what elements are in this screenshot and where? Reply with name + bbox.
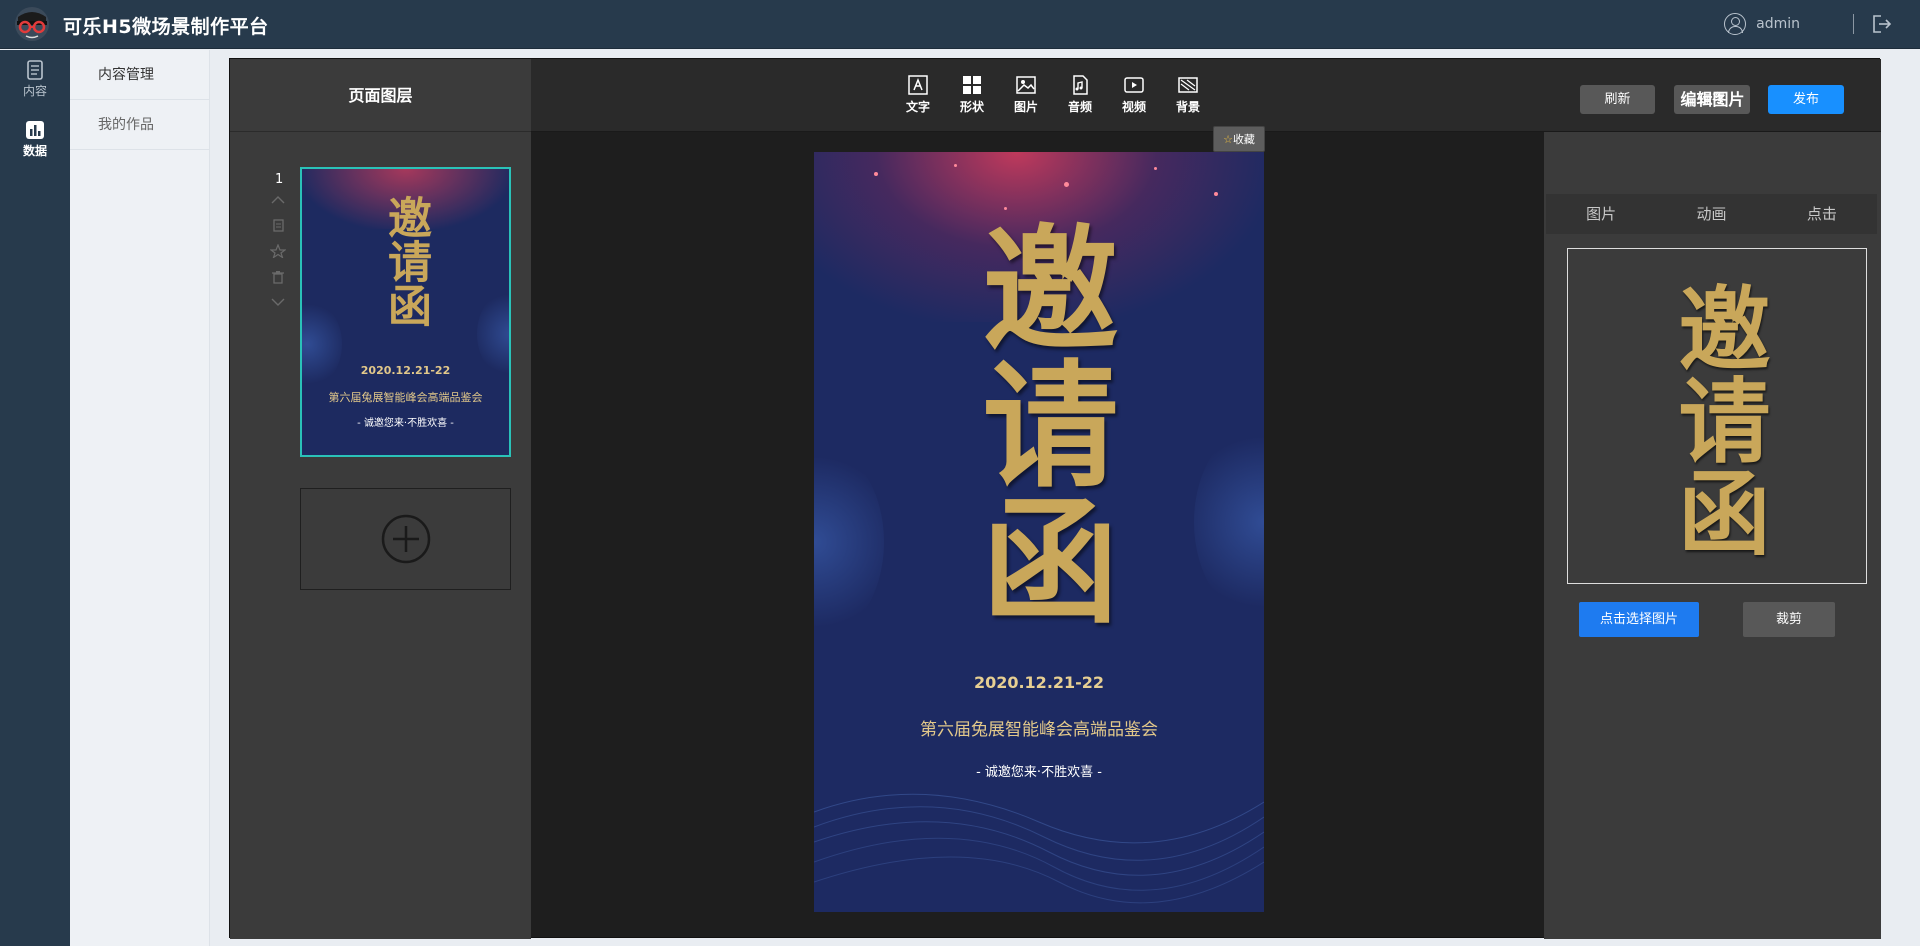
layers-panel: 页面图层 1 邀请函 2020.12.21-22 第六届兔展智能峰会高端品鉴会 … <box>230 59 531 939</box>
move-up-icon[interactable] <box>270 194 286 206</box>
left-nav: 内容 数据 <box>0 50 70 946</box>
tool-video[interactable]: 视频 <box>1114 75 1154 115</box>
tool-background[interactable]: 背景 <box>1168 75 1208 115</box>
nav-item-label: 数据 <box>22 144 47 158</box>
shape-icon <box>963 76 981 94</box>
nav-item-data[interactable]: 数据 <box>0 120 70 176</box>
tool-label: 图片 <box>1013 100 1038 114</box>
plus-circle-icon <box>381 514 431 564</box>
logo-icon <box>15 7 49 41</box>
document-icon <box>27 60 43 80</box>
tool-text[interactable]: 文字 <box>898 75 938 115</box>
tab-image[interactable]: 图片 <box>1546 194 1656 234</box>
user-menu[interactable]: admin <box>1724 13 1800 35</box>
background-icon <box>1178 77 1198 93</box>
tool-label: 形状 <box>959 100 984 114</box>
copy-icon[interactable] <box>270 218 286 232</box>
editor: 页面图层 1 邀请函 2020.12.21-22 第六届兔展智能峰会高端品鉴会 … <box>229 58 1881 939</box>
edit-panel-title: 编辑图片 <box>1680 90 1745 109</box>
edit-image-panel: 编辑图片 图片 动画 点击 邀请函 点击选择图片 裁剪 <box>1544 90 1881 939</box>
add-page-button[interactable] <box>300 488 511 590</box>
text-icon <box>908 75 928 95</box>
canvas-event: 第六届兔展智能峰会高端品鉴会 <box>920 720 1158 740</box>
thumbnail-event: 第六届兔展智能峰会高端品鉴会 <box>328 391 483 404</box>
image-preview-chars: 邀请函 <box>1663 281 1771 557</box>
favorite-button[interactable]: ☆收藏 <box>1213 126 1265 152</box>
move-down-icon[interactable] <box>270 296 286 308</box>
tool-label: 视频 <box>1121 100 1146 114</box>
canvas-subtitle: - 诚邀您来·不胜欢喜 - <box>976 765 1102 780</box>
page-number: 1 <box>275 172 284 187</box>
video-icon <box>1124 77 1144 93</box>
page-canvas[interactable]: 邀请函 2020.12.21-22 第六届兔展智能峰会高端品鉴会 - 诚邀您来·… <box>814 152 1264 912</box>
tool-image[interactable]: 图片 <box>1006 75 1046 115</box>
trash-icon[interactable] <box>270 270 286 284</box>
page-thumbnail[interactable]: 邀请函 2020.12.21-22 第六届兔展智能峰会高端品鉴会 - 诚邀您来·… <box>300 167 511 457</box>
canvas-title-chars: 邀请函 <box>959 218 1119 626</box>
logout-icon[interactable] <box>1872 15 1892 33</box>
canvas-title: 邀请函 <box>814 192 1264 652</box>
thumbnail-title-chars: 邀请函 <box>380 195 431 327</box>
image-preview: 邀请函 <box>1567 248 1867 584</box>
tool-label: 背景 <box>1175 100 1200 114</box>
thumbnail-subtitle: - 诚邀您来·不胜欢喜 - <box>357 418 454 429</box>
sparkle <box>1154 167 1157 170</box>
tool-label: 文字 <box>905 100 930 114</box>
canvas-date: 2020.12.21-22 <box>973 673 1105 692</box>
crop-button[interactable]: 裁剪 <box>1743 602 1835 637</box>
thumbnail-date: 2020.12.21-22 <box>360 364 451 377</box>
top-bar: 可乐H5微场景制作平台 admin <box>0 0 1920 49</box>
edit-panel-tabs: 图片 动画 点击 <box>1546 194 1877 234</box>
submenu-item-content-management[interactable]: 内容管理 <box>70 50 209 100</box>
tab-animation[interactable]: 动画 <box>1656 194 1766 234</box>
nav-item-label: 内容 <box>22 84 47 98</box>
user-icon <box>1724 13 1747 35</box>
audio-icon <box>1073 75 1088 95</box>
tab-click[interactable]: 点击 <box>1767 194 1877 234</box>
layers-title: 页面图层 <box>230 59 531 132</box>
header-divider <box>1853 14 1854 34</box>
submenu: 内容管理 我的作品 <box>70 50 210 946</box>
image-icon <box>1016 76 1036 94</box>
nav-item-content[interactable]: 内容 <box>0 60 70 116</box>
sparkle <box>954 164 957 167</box>
username: admin <box>1756 16 1800 32</box>
tool-label: 音频 <box>1067 100 1092 114</box>
bar-chart-icon <box>26 121 44 139</box>
thumbnail-title: 邀请函 <box>302 181 509 341</box>
tool-audio[interactable]: 音频 <box>1060 75 1100 115</box>
star-icon: ☆ <box>1223 133 1233 146</box>
star-icon[interactable] <box>270 244 286 258</box>
tool-shape[interactable]: 形状 <box>952 75 992 115</box>
sparkle <box>1064 182 1069 187</box>
favorite-label: 收藏 <box>1232 133 1255 146</box>
choose-image-button[interactable]: 点击选择图片 <box>1579 602 1699 637</box>
app-title: 可乐H5微场景制作平台 <box>63 16 269 38</box>
submenu-item-my-works[interactable]: 我的作品 <box>70 100 209 150</box>
page-tools <box>270 194 288 320</box>
sparkle <box>874 172 878 176</box>
image-preview-title: 邀请函 <box>1568 259 1866 579</box>
